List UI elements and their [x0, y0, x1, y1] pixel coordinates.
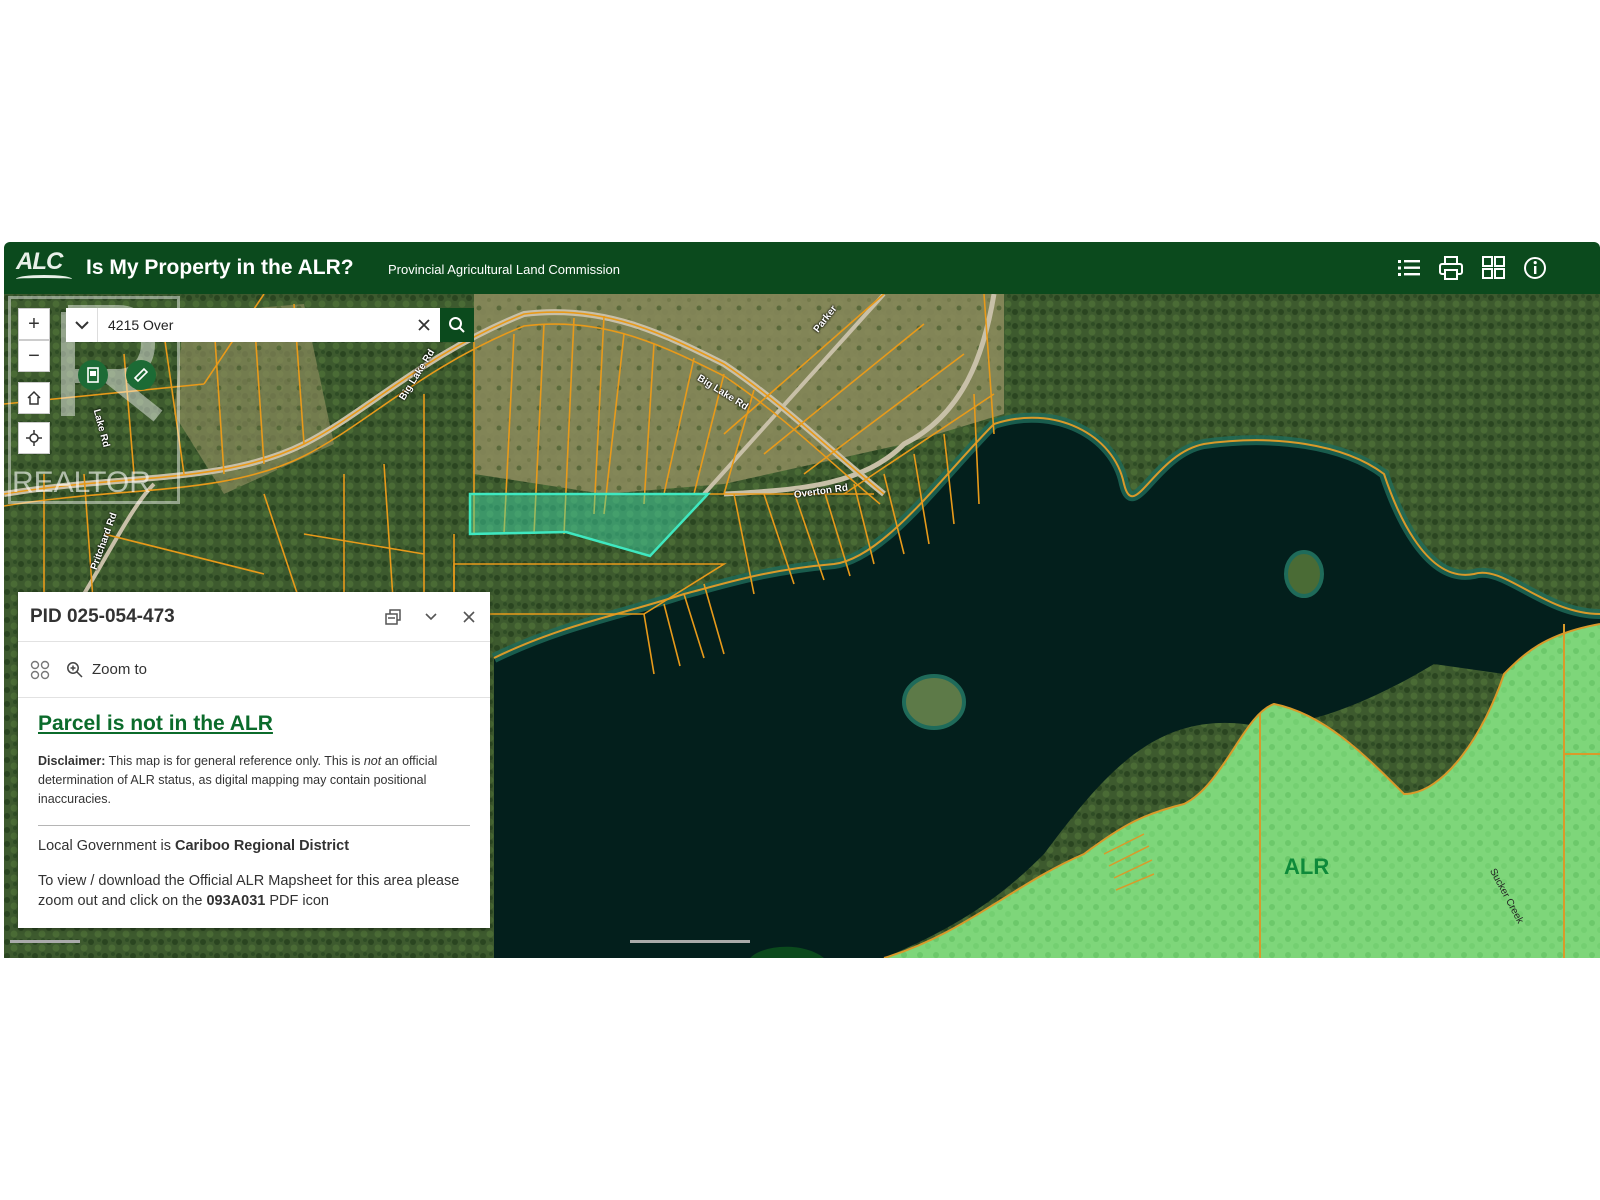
disclaimer-text: Disclaimer: This map is for general refe… [38, 752, 470, 809]
grid-icon[interactable] [1478, 254, 1508, 282]
clear-search-button[interactable] [408, 308, 440, 342]
search-source-dropdown[interactable] [66, 308, 98, 342]
print-icon[interactable] [1436, 254, 1466, 282]
alr-map-label: ALR [1284, 854, 1330, 879]
popup-body: Parcel is not in the ALR Disclaimer: Thi… [18, 698, 490, 911]
legend-button[interactable] [78, 360, 108, 390]
close-icon [463, 611, 475, 623]
app-subtitle: Provincial Agricultural Land Commission [388, 262, 620, 277]
app-window: ALC Is My Property in the ALR? Provincia… [4, 242, 1600, 958]
mapsheet-code: 093A031 [206, 893, 266, 909]
local-government-prefix: Local Government is [38, 838, 176, 854]
logo-swoosh [16, 275, 72, 283]
search-icon [449, 317, 465, 333]
parcel-status-link[interactable]: Parcel is not in the ALR [38, 712, 470, 736]
mapsheet-text: PDF icon [265, 893, 329, 909]
dock-icon [385, 609, 401, 625]
search-input[interactable] [98, 308, 408, 342]
mapsheet-instructions: To view / download the Official ALR Maps… [38, 871, 470, 911]
map-view[interactable]: Big Lake Rd Big Lake Rd Parker Overton R… [4, 294, 1600, 958]
zoom-in-button[interactable]: + [18, 308, 50, 340]
grid-dots-icon [30, 660, 50, 680]
app-header: ALC Is My Property in the ALR? Provincia… [4, 242, 1600, 294]
more-actions-button[interactable] [30, 660, 50, 680]
list-icon[interactable] [1394, 254, 1424, 282]
search-button[interactable] [440, 308, 474, 342]
search-bar [66, 308, 474, 342]
info-icon[interactable] [1520, 254, 1550, 282]
local-government-name: Cariboo Regional District [175, 838, 350, 854]
zoom-to-label: Zoom to [92, 661, 148, 678]
alc-logo: ALC [16, 248, 63, 275]
home-button[interactable] [18, 382, 50, 414]
locate-icon [26, 430, 42, 446]
chevron-down-icon [74, 321, 89, 330]
zoom-out-button[interactable]: − [18, 340, 50, 372]
home-icon [27, 390, 41, 405]
popup-actions: Zoom to [18, 642, 490, 698]
chevron-down-icon [425, 613, 437, 621]
zoom-in-icon [67, 662, 83, 678]
close-icon [418, 319, 430, 331]
disclaimer-emphasis: not [363, 754, 382, 768]
popup-header: PID 025-054-473 [18, 592, 490, 642]
book-icon [87, 367, 99, 383]
local-government-line: Local Government is Cariboo Regional Dis… [38, 836, 470, 856]
popup-title: PID 025-054-473 [30, 606, 175, 627]
disclaimer-label: Disclaimer: [38, 754, 106, 768]
app-title: Is My Property in the ALR? [86, 256, 354, 279]
close-popup-button[interactable] [458, 606, 480, 628]
dock-popup-button[interactable] [382, 606, 404, 628]
disclaimer-part: This map is for general reference only. … [105, 754, 364, 768]
ruler-icon [133, 367, 149, 383]
measure-button[interactable] [126, 360, 156, 390]
parcel-popup: PID 025-054-473 Zoom to Parcel is not in… [18, 592, 490, 928]
locate-button[interactable] [18, 422, 50, 454]
divider [38, 825, 470, 826]
collapse-popup-button[interactable] [420, 606, 442, 628]
